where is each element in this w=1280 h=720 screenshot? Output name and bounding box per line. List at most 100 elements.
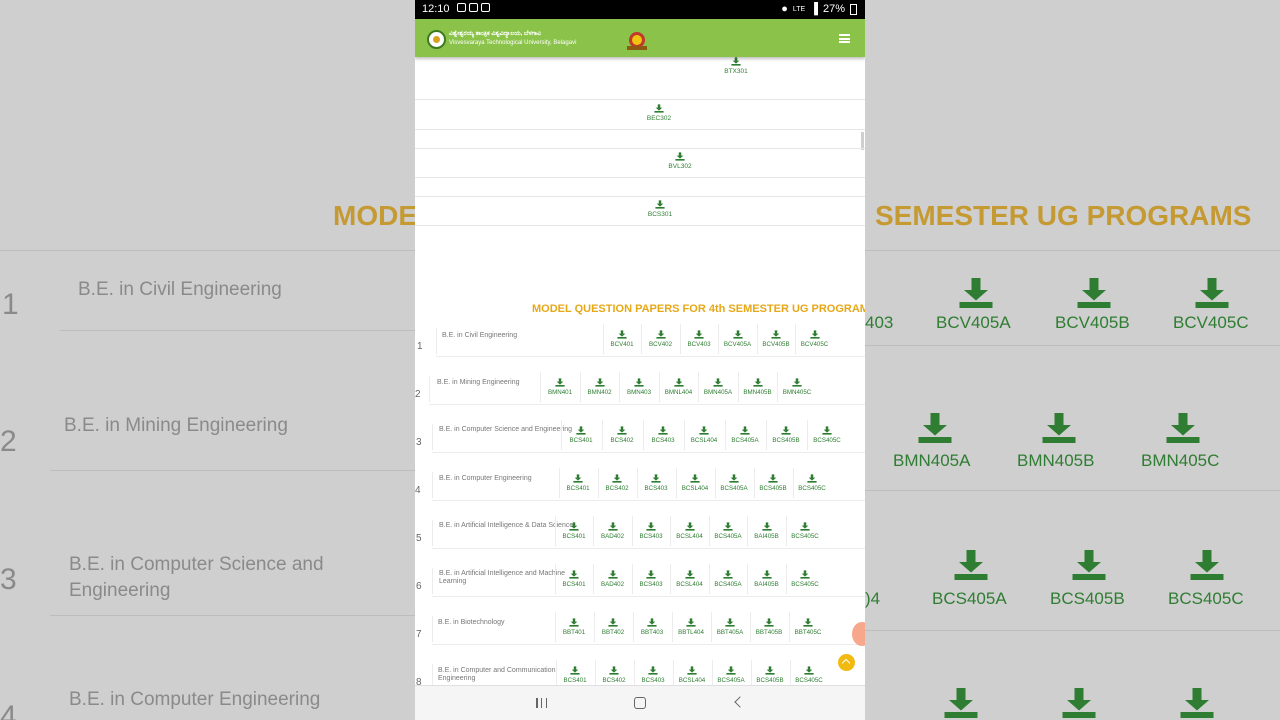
paper-download-link[interactable]: BCS401	[561, 426, 601, 444]
paper-download-link[interactable]: BMN403	[619, 378, 659, 396]
paper-download-link[interactable]: BCS405A	[725, 426, 765, 444]
paper-download-link[interactable]: BCS405C	[785, 570, 825, 588]
paper-download-link[interactable]: BCSL404	[672, 666, 712, 684]
paper-download-link[interactable]: BAD402	[593, 570, 633, 588]
paper-code: BCS405C	[813, 437, 841, 444]
paper-download-link[interactable]: BCS401	[558, 474, 598, 492]
paper-download-link[interactable]: BCS403	[633, 666, 673, 684]
network-label: LTE	[792, 5, 806, 13]
row-number: 8	[416, 677, 422, 685]
download-link[interactable]: BTX301	[721, 57, 751, 75]
paper-download-link[interactable]: BBT405A	[710, 618, 750, 636]
paper-download-link[interactable]: BCS402	[597, 474, 637, 492]
paper-download-link[interactable]: BMN402	[580, 378, 620, 396]
cell-divider	[765, 420, 767, 450]
paper-download-link[interactable]: BCSL404	[684, 426, 724, 444]
paper-download-link[interactable]: BBT403	[632, 618, 672, 636]
paper-download-link[interactable]: BCS405A	[711, 666, 751, 684]
paper-download-link[interactable]: BBT405B	[749, 618, 789, 636]
home-icon[interactable]	[634, 697, 646, 709]
download-link[interactable]: BCS301	[645, 200, 675, 218]
phone-screen: 12:10 ● LTE ▐ 27% ವಿಶ್ವೇಶ್ವರಯ್ಯ ತಾಂತ್ರಿಕ…	[415, 0, 865, 720]
recents-icon[interactable]	[536, 698, 547, 708]
university-name-english: Visvesvaraya Technological University, B…	[449, 40, 577, 46]
paper-download-link[interactable]: BCS403	[636, 474, 676, 492]
paper-download-link[interactable]: BCV401	[602, 330, 642, 348]
paper-download-link[interactable]: BCV405A	[718, 330, 758, 348]
chat-widget-icon[interactable]	[852, 622, 865, 646]
paper-download-link[interactable]: BBTL404	[671, 618, 711, 636]
hamburger-menu-icon[interactable]	[839, 34, 850, 43]
paper-download-link[interactable]: BCV403	[679, 330, 719, 348]
paper-download-link[interactable]: BCS402	[594, 666, 634, 684]
paper-download-link[interactable]: BAD402	[593, 522, 633, 540]
cell-divider	[619, 372, 621, 402]
download-icon	[804, 666, 814, 675]
backdrop-row-num: 4	[0, 700, 17, 720]
paper-download-link[interactable]: BMNL404	[659, 378, 699, 396]
paper-download-link[interactable]: BCS402	[602, 426, 642, 444]
backdrop-code: BCS405C	[1168, 589, 1244, 608]
paper-download-link[interactable]: BCS405C	[807, 426, 847, 444]
row-divider	[429, 404, 865, 405]
paper-download-link[interactable]: BCS405A	[708, 570, 748, 588]
paper-download-link[interactable]: BMN405A	[698, 378, 738, 396]
row-divider	[415, 129, 865, 130]
row-number: 5	[416, 533, 422, 544]
paper-download-link[interactable]: BCS405A	[714, 474, 754, 492]
paper-download-link[interactable]: BCSL404	[675, 474, 715, 492]
paper-code: BCS405B	[756, 677, 784, 684]
paper-download-link[interactable]: BCS405A	[708, 522, 748, 540]
back-icon[interactable]	[734, 696, 746, 708]
paper-download-link[interactable]: BCS405B	[766, 426, 806, 444]
paper-download-link[interactable]: BMN405B	[738, 378, 778, 396]
paper-download-link[interactable]: BBT402	[593, 618, 633, 636]
paper-download-link[interactable]: BCS403	[631, 522, 671, 540]
download-icon	[1195, 278, 1229, 308]
cell-divider	[747, 516, 749, 546]
download-link[interactable]: BVL302	[665, 152, 695, 170]
program-name: B.E. in Computer and Communication Engin…	[438, 667, 556, 682]
paper-download-link[interactable]: BCSL404	[670, 570, 710, 588]
paper-download-link[interactable]: BCS401	[554, 570, 594, 588]
paper-code: BCSL404	[681, 485, 709, 492]
paper-download-link[interactable]: BCS405B	[750, 666, 790, 684]
paper-download-link[interactable]: BCS405C	[789, 666, 829, 684]
paper-code: BAI405B	[754, 533, 779, 540]
paper-download-link[interactable]: BMN401	[540, 378, 580, 396]
cell-divider	[683, 420, 685, 450]
paper-download-link[interactable]: BMN405C	[777, 378, 817, 396]
download-icon	[612, 474, 622, 483]
notification-icon	[469, 3, 478, 12]
backdrop-code: BCS405B	[1050, 589, 1125, 608]
paper-download-link[interactable]: BCV402	[641, 330, 681, 348]
cell-divider	[631, 564, 633, 594]
scroll-to-top-button[interactable]	[838, 654, 855, 671]
paper-download-link[interactable]: BCV405B	[756, 330, 796, 348]
paper-code: BCS401	[569, 437, 593, 444]
paper-download-link[interactable]: BAI405B	[747, 522, 787, 540]
paper-download-link[interactable]: BBT405C	[788, 618, 828, 636]
paper-code: BCS403	[651, 437, 675, 444]
backdrop-row-num: 3	[0, 563, 17, 596]
download-icon	[651, 474, 661, 483]
table-row: 7 B.E. in Biotechnology BBT401 BBT402 BBT403…	[415, 612, 865, 658]
paper-download-link[interactable]: BCV405C	[795, 330, 835, 348]
paper-download-link[interactable]: BCS405C	[785, 522, 825, 540]
paper-download-link[interactable]: BCS401	[554, 522, 594, 540]
paper-download-link[interactable]: BCSL404	[670, 522, 710, 540]
university-logo-icon[interactable]	[427, 30, 446, 49]
download-icon	[570, 666, 580, 675]
cell-divider	[579, 372, 581, 402]
paper-download-link[interactable]: BCS403	[643, 426, 683, 444]
paper-download-link[interactable]: BBT401	[554, 618, 594, 636]
paper-download-link[interactable]: BCS405B	[753, 474, 793, 492]
paper-code: BMN405B	[743, 389, 772, 396]
paper-download-link[interactable]: BCS405C	[792, 474, 832, 492]
download-link[interactable]: BEC302	[644, 104, 674, 122]
cell-divider	[560, 420, 562, 450]
paper-download-link[interactable]: BCS401	[555, 666, 595, 684]
paper-download-link[interactable]: BAI405B	[747, 570, 787, 588]
cell-divider	[594, 660, 596, 685]
paper-download-link[interactable]: BCS403	[631, 570, 671, 588]
